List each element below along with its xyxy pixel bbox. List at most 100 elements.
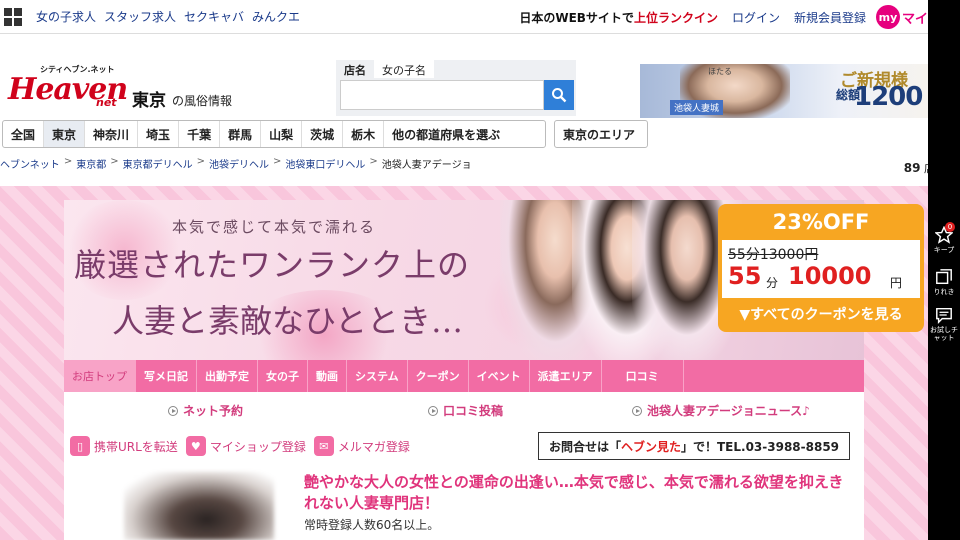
- history-button[interactable]: りれき: [928, 268, 960, 296]
- link-staff-jobs[interactable]: スタッフ求人: [104, 8, 176, 25]
- breadcrumb-tokyo-deli[interactable]: 東京都デリヘル: [123, 156, 193, 176]
- page: 女の子求人 スタッフ求人 セクキャバ みんクエ 日本のWEBサイトで上位ランクイ…: [0, 0, 960, 540]
- prefecture-tabs: 全国 東京 神奈川 埼玉 千葉 群馬 山梨 茨城 栃木 他の都道府県を選ぶ: [2, 120, 546, 148]
- pref-tab-saitama[interactable]: 埼玉: [138, 121, 180, 147]
- myshop-label: マイショップ登録: [209, 439, 306, 454]
- pref-tab-yamanashi[interactable]: 山梨: [261, 121, 303, 147]
- shopnav-video[interactable]: 動画: [308, 360, 347, 392]
- rank-prefix: 日本のWEBサイトで: [519, 10, 634, 25]
- link-minkue[interactable]: みんクエ: [252, 8, 300, 25]
- tokyo-area-button[interactable]: 東京のエリア: [554, 120, 648, 148]
- all-coupons-link[interactable]: ▼すべてのクーポンを見る: [718, 304, 924, 324]
- mobile-icon: ▯: [70, 436, 90, 456]
- send-url-button[interactable]: ▯ 携帯URLを転送: [70, 436, 178, 456]
- pref-tab-chiba[interactable]: 千葉: [179, 121, 221, 147]
- my-text: マイ: [901, 11, 928, 27]
- review-post-link[interactable]: 口コミ投稿: [428, 402, 503, 419]
- link-sekukyaba[interactable]: セクキャバ: [184, 8, 244, 25]
- login-link[interactable]: ログイン: [732, 9, 780, 26]
- breadcrumb-sep: >: [63, 156, 73, 167]
- search-icon: [552, 88, 567, 103]
- net-reserve-link[interactable]: ネット予約: [168, 402, 243, 419]
- keep-button[interactable]: 0 キープ: [928, 222, 960, 254]
- tokyo-area-label: 東京のエリア: [563, 127, 636, 142]
- search-input[interactable]: [340, 80, 544, 110]
- breadcrumb-heaven[interactable]: ヘブンネット: [0, 156, 60, 176]
- breadcrumb-sep: >: [196, 156, 205, 167]
- new-customer-banner[interactable]: ほたる 池袋人妻城 ご新規様 総額 1200: [640, 64, 928, 118]
- mailmag-button[interactable]: ✉ メルマガ登録: [313, 436, 410, 456]
- mailmag-label: メルマガ登録: [337, 439, 410, 454]
- history-icon: [936, 269, 952, 285]
- banner-amount: 1200: [854, 82, 923, 112]
- shopnav-reviews[interactable]: 口コミ: [602, 360, 684, 392]
- search-tab-girl[interactable]: 女の子名: [374, 60, 434, 78]
- shop-nav: お店トップ 写メ日記 出勤予定 女の子 動画 システム クーポン イベント 派遣…: [64, 360, 864, 392]
- shop-news-link[interactable]: 池袋人妻アデージョニュース♪: [632, 402, 810, 419]
- history-label: りれき: [933, 288, 955, 296]
- shopnav-event[interactable]: イベント: [469, 360, 530, 392]
- inquiry-phone[interactable]: 」で！TEL.03-3988-8859: [681, 438, 839, 455]
- chat-icon: [936, 307, 952, 324]
- search-box: 店名 女の子名: [336, 60, 576, 116]
- banner-shop-label: 池袋人妻城: [670, 100, 724, 115]
- pref-tab-ibaraki[interactable]: 茨城: [302, 121, 344, 147]
- rank-text: 日本のWEBサイトで上位ランクイン: [519, 9, 718, 26]
- shopnav-area[interactable]: 派遣エリア: [530, 360, 602, 392]
- grid-menu-icon[interactable]: [4, 7, 22, 26]
- banner-girl-name: ほたる: [708, 67, 732, 76]
- breadcrumb-sep: >: [110, 156, 119, 167]
- coupon-card[interactable]: 23%OFF 55分13000円 55 分 10000 円 ▼すべてのクーポンを…: [718, 204, 924, 332]
- area-nav: 全国 東京 神奈川 埼玉 千葉 群馬 山梨 茨城 栃木 他の都道府県を選ぶ 東京…: [0, 120, 928, 150]
- coupon-minutes: 55: [728, 262, 762, 290]
- pref-tab-all[interactable]: 全国: [3, 121, 45, 147]
- my-icon: my: [875, 5, 900, 29]
- shopnav-schedule[interactable]: 出勤予定: [197, 360, 258, 392]
- inquiry-box: お問合せは「 ヘブン見た 」で！TEL.03-3988-8859: [538, 432, 850, 460]
- right-sidebar: 0 キープ りれき お試しチャット: [928, 0, 960, 540]
- pref-tab-tochigi[interactable]: 栃木: [343, 121, 385, 147]
- breadcrumb-ikebukuro-east[interactable]: 池袋東口デリヘル: [285, 156, 365, 176]
- quick-links: ネット予約 口コミ投稿 池袋人妻アデージョニュース♪: [64, 402, 864, 422]
- breadcrumb-ikebukuro-deli[interactable]: 池袋デリヘル: [209, 156, 269, 176]
- chat-button[interactable]: お試しチャット: [928, 306, 960, 342]
- my-page-button[interactable]: my マイ: [875, 5, 928, 29]
- search-button[interactable]: [544, 80, 574, 110]
- pref-tab-kanagawa[interactable]: 神奈川: [85, 121, 139, 147]
- keep-label: キープ: [933, 246, 955, 254]
- hero-headline-2: 人妻と素敵なひととき…: [112, 302, 464, 340]
- shopnav-system[interactable]: システム: [347, 360, 408, 392]
- search-tabs: 店名 女の子名: [336, 60, 576, 78]
- arrow-circle-icon: [428, 405, 438, 416]
- catch-copy: 艶やかな大人の女性との運命の出逢い…本気で感じ、本気で濡れる欲望を抑えきれない人…: [304, 473, 844, 512]
- register-link[interactable]: 新規会員登録: [794, 9, 866, 26]
- coupon-percent: 23%OFF: [772, 210, 870, 234]
- coupon-yen: 円: [890, 276, 903, 290]
- content-box: ネット予約 口コミ投稿 池袋人妻アデージョニュース♪ ▯ 携帯URLを転送 ♥ マイ…: [64, 392, 864, 540]
- shopnav-diary[interactable]: 写メ日記: [136, 360, 197, 392]
- breadcrumb-tokyo[interactable]: 東京都: [76, 156, 106, 176]
- area-title: 東京: [132, 91, 166, 111]
- coupon-minute-unit: 分: [766, 276, 779, 290]
- myshop-button[interactable]: ♥ マイショップ登録: [185, 436, 306, 456]
- coupon-body: 55分13000円 55 分 10000 円: [722, 240, 920, 298]
- link-girls-jobs[interactable]: 女の子求人: [36, 8, 96, 25]
- breadcrumb-sep: >: [369, 156, 378, 167]
- shop-count-number: 89: [903, 161, 921, 175]
- shopnav-top[interactable]: お店トップ: [64, 360, 136, 392]
- search-tab-shop[interactable]: 店名: [336, 60, 374, 78]
- breadcrumb-current: 池袋人妻アデージョ: [381, 160, 472, 171]
- breadcrumb-sep: >: [272, 156, 282, 167]
- inquiry-highlight: ヘブン見た: [620, 439, 681, 454]
- header: シティヘブン.ネット Heaven net 東京 の風俗情報 店名 女の子名 ほ…: [0, 34, 928, 120]
- area-subtitle: の風俗情報: [172, 94, 233, 108]
- pref-tab-other[interactable]: 他の都道府県を選ぶ: [384, 121, 508, 147]
- shop-news-label: 池袋人妻アデージョニュース♪: [647, 404, 810, 418]
- pref-tab-tokyo[interactable]: 東京: [44, 121, 86, 147]
- pref-tab-gunma[interactable]: 群馬: [220, 121, 262, 147]
- top-right: 日本のWEBサイトで上位ランクイン ログイン 新規会員登録 my マイ: [519, 0, 928, 34]
- heart-icon: ♥: [185, 436, 206, 456]
- shopnav-coupon[interactable]: クーポン: [408, 360, 469, 392]
- shopnav-girls[interactable]: 女の子: [258, 360, 308, 392]
- site-logo[interactable]: シティヘブン.ネット Heaven net: [4, 62, 128, 112]
